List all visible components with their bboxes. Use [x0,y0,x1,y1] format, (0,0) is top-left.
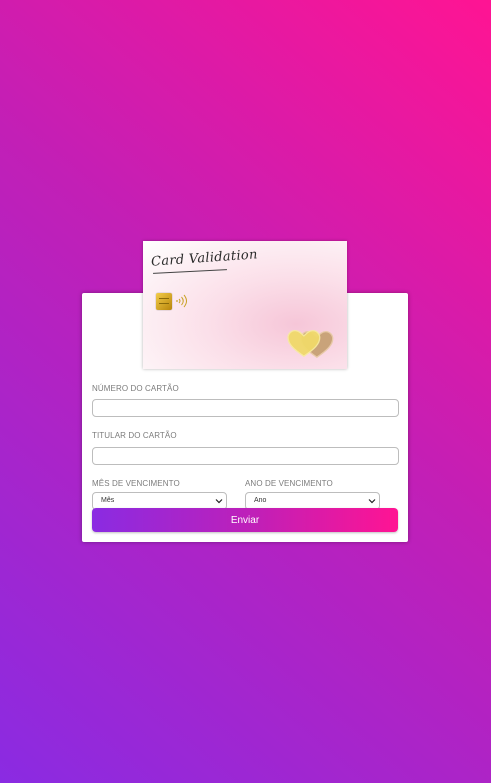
expiry-year-group: ANO DE VENCIMENTO Ano [245,479,380,510]
credit-card-preview: Card Validation [143,241,347,369]
expiry-month-value: Mês [101,497,115,504]
card-form: NÚMERO DO CARTÃO TITULAR DO CARTÃO MÊS D… [92,384,399,510]
card-number-label: NÚMERO DO CARTÃO [92,384,179,393]
card-number-input[interactable] [92,399,399,417]
submit-button[interactable]: Enviar [92,508,398,532]
expiry-year-value: Ano [254,497,267,504]
expiry-row: MÊS DE VENCIMENTO Mês ANO DE VENCIMENTO … [92,479,399,510]
expiry-month-group: MÊS DE VENCIMENTO Mês [92,479,227,510]
card-holder-label: TITULAR DO CARTÃO [92,431,177,440]
hearts-icon [287,329,334,358]
chevron-down-icon [368,499,376,504]
chevron-down-icon [215,499,223,504]
card-title-underline [153,269,227,274]
chip-icon [156,293,172,310]
contactless-icon [176,294,187,308]
card-title: Card Validation [150,247,259,270]
expiry-month-label: MÊS DE VENCIMENTO [92,479,180,488]
expiry-year-label: ANO DE VENCIMENTO [245,479,333,488]
card-holder-input[interactable] [92,447,399,465]
